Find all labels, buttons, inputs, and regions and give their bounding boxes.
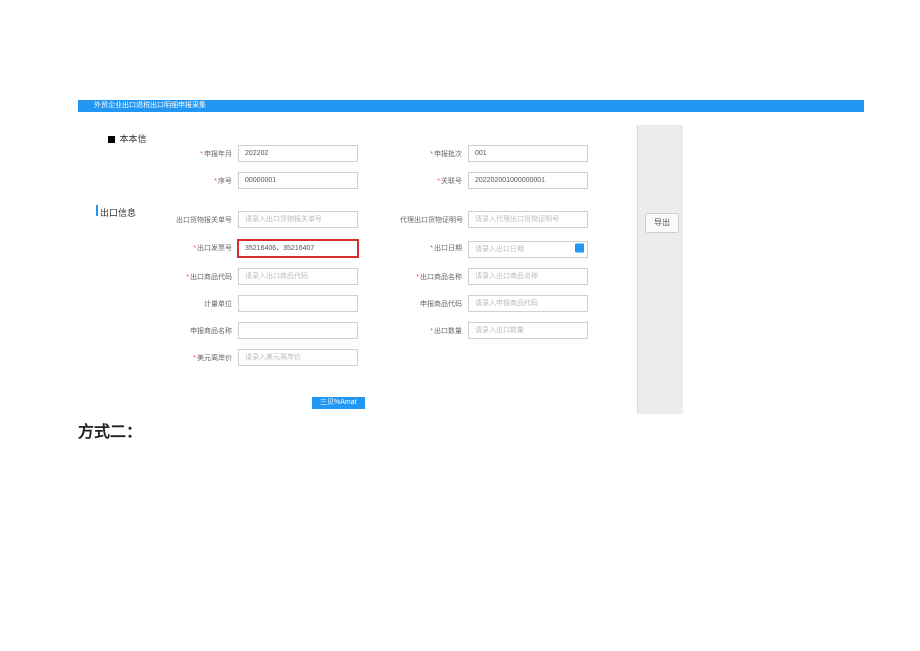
input-export-code[interactable] xyxy=(238,268,358,285)
input-proxy-no[interactable] xyxy=(468,211,588,228)
input-customs-no[interactable] xyxy=(238,211,358,228)
section-basic-info: 本本信 xyxy=(108,132,147,145)
label-invoice-no: 出口发票号 xyxy=(170,243,238,253)
input-appr-code[interactable] xyxy=(468,295,588,312)
form-area: 申报年月 申报批次 序号 关联号 出口货物报关单号 代理出口货物证明号 出 xyxy=(170,145,670,376)
label-export-date: 出口日期 xyxy=(400,243,468,253)
input-invoice-no[interactable] xyxy=(238,240,358,257)
label-export-qty: 出口数量 xyxy=(400,326,468,336)
label-appr-name: 申报商品名称 xyxy=(170,326,238,336)
page-header: 外贸企业出口退税出口明细申报采集 xyxy=(78,100,864,112)
input-export-date[interactable] xyxy=(468,241,588,258)
right-side-panel: 导出 xyxy=(637,125,683,414)
section-export-bar xyxy=(96,205,98,216)
label-appr-code: 申报商品代码 xyxy=(400,299,468,309)
input-decl-batch[interactable] xyxy=(468,145,588,162)
input-seq[interactable] xyxy=(238,172,358,189)
section-export-info: 出口信息 xyxy=(100,206,136,219)
export-button[interactable]: 导出 xyxy=(645,213,679,233)
input-usd-fob[interactable] xyxy=(238,349,358,366)
label-seq: 序号 xyxy=(170,176,238,186)
label-proxy-no: 代理出口货物证明号 xyxy=(400,215,468,225)
input-export-qty[interactable] xyxy=(468,322,588,339)
label-decl-period: 申报年月 xyxy=(170,149,238,159)
input-export-name[interactable] xyxy=(468,268,588,285)
input-unit[interactable] xyxy=(238,295,358,312)
page-header-title: 外贸企业出口退税出口明细申报采集 xyxy=(94,102,206,109)
input-rel-no[interactable] xyxy=(468,172,588,189)
method-two-heading: 方式二： xyxy=(78,418,142,442)
label-unit: 计量单位 xyxy=(170,299,238,309)
blue-action-button[interactable]: 三贝%Amat xyxy=(312,397,365,409)
label-export-name: 出口商品名称 xyxy=(400,272,468,282)
input-decl-period[interactable] xyxy=(238,145,358,162)
label-usd-fob: 美元离岸价 xyxy=(170,353,238,363)
calendar-icon[interactable] xyxy=(575,244,584,253)
label-decl-batch: 申报批次 xyxy=(400,149,468,159)
date-wrap xyxy=(468,238,588,258)
label-rel-no: 关联号 xyxy=(400,176,468,186)
label-export-code: 出口商品代码 xyxy=(170,272,238,282)
label-customs-no: 出口货物报关单号 xyxy=(170,215,238,225)
input-appr-name[interactable] xyxy=(238,322,358,339)
